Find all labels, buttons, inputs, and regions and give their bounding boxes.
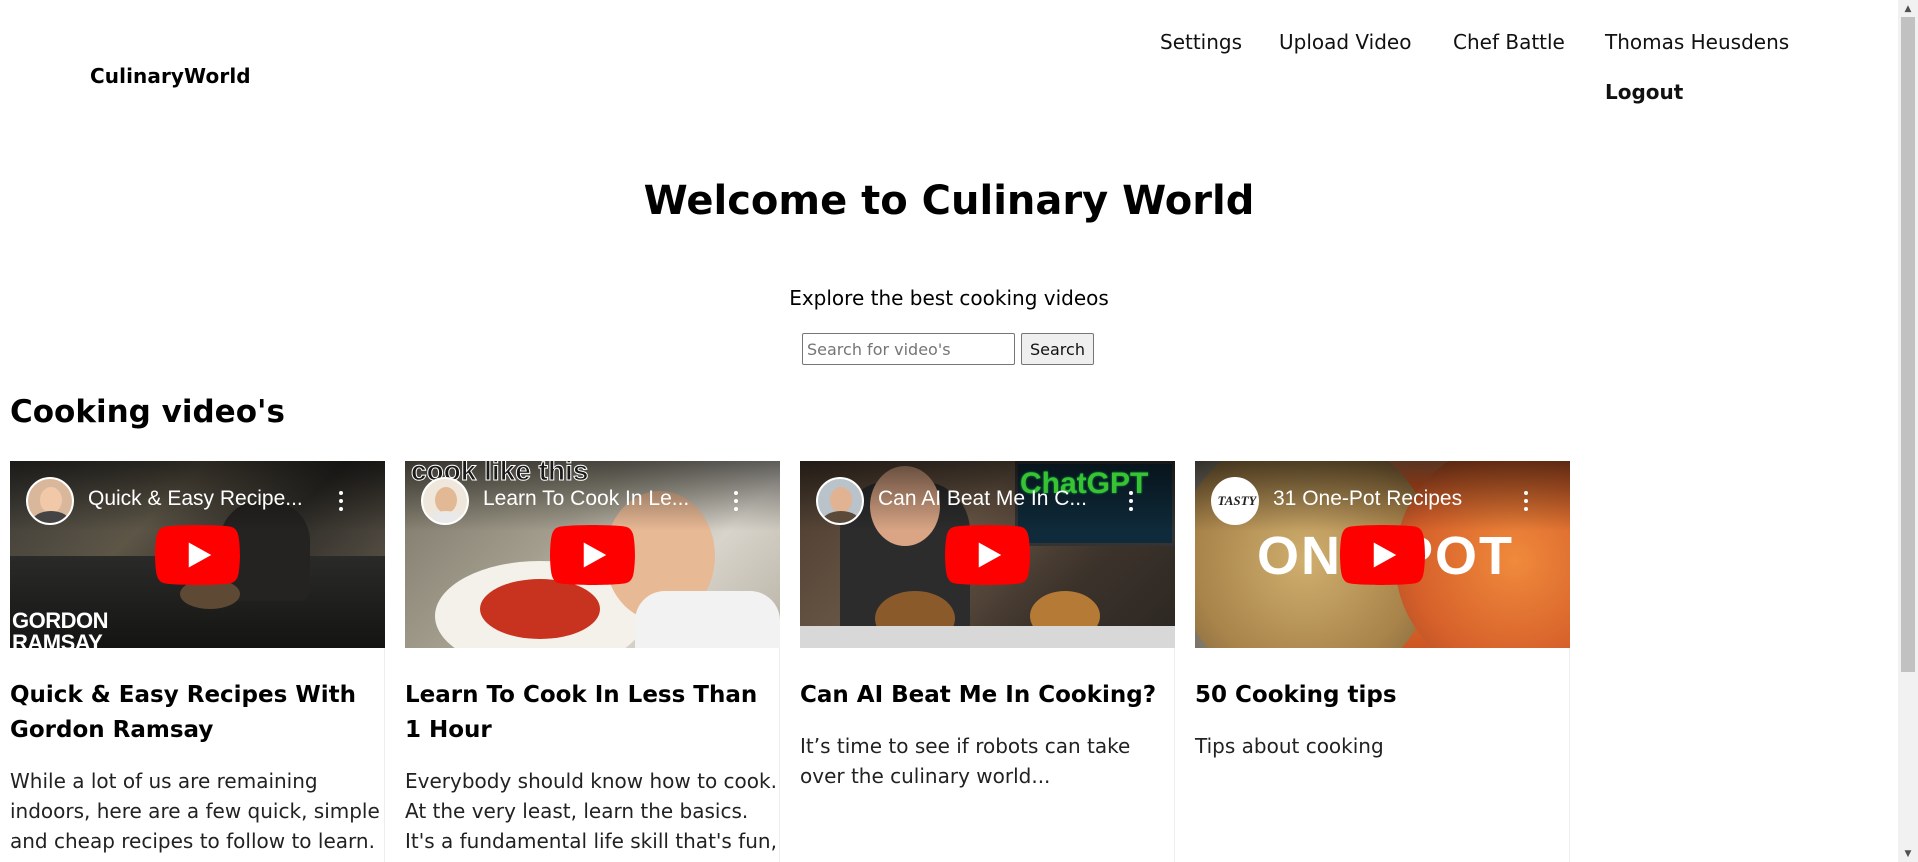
video-embed-title[interactable]: Learn To Cook In Le... — [483, 487, 713, 511]
card-title[interactable]: 50 Cooking tips — [1195, 648, 1565, 713]
scroll-down-arrow-icon[interactable]: ▼ — [1898, 845, 1918, 862]
nav-settings-link[interactable]: Settings — [1160, 30, 1242, 54]
card-title[interactable]: Learn To Cook In Less Than 1 Hour — [405, 648, 775, 748]
more-options-icon[interactable] — [734, 491, 738, 511]
youtube-play-icon[interactable] — [945, 525, 1030, 585]
nav-chef-battle-link[interactable]: Chef Battle — [1453, 30, 1565, 54]
nav-upload-video-link[interactable]: Upload Video — [1279, 30, 1411, 54]
channel-avatar[interactable] — [816, 477, 864, 525]
section-title: Cooking video's — [10, 394, 285, 430]
page-subtitle: Explore the best cooking videos — [789, 286, 1109, 310]
top-nav: Settings Upload Video Chef Battle Thomas… — [1160, 30, 1800, 120]
card-title[interactable]: Can AI Beat Me In Cooking? — [800, 648, 1170, 713]
search-input[interactable] — [802, 333, 1015, 365]
youtube-play-icon[interactable] — [550, 525, 635, 585]
page: CulinaryWorld Settings Upload Video Chef… — [0, 0, 1918, 862]
channel-avatar[interactable]: TASTY — [1211, 477, 1259, 525]
video-card: ONE POT TASTY 31 One-Pot Recipes 50 Cook… — [1195, 461, 1570, 862]
video-card: Quick & Easy Recipe... GORDON RAMSAY Qui… — [10, 461, 385, 862]
youtube-play-icon[interactable] — [1340, 525, 1425, 585]
page-scrollbar[interactable]: ▲ ▼ — [1898, 0, 1918, 862]
page-title: Welcome to Culinary World — [643, 178, 1255, 224]
channel-avatar[interactable] — [26, 477, 74, 525]
card-description: Everybody should know how to cook. At th… — [405, 769, 777, 853]
video-card: ChatGPT Can AI Beat Me In C... Can AI Be… — [800, 461, 1175, 862]
video-card: cook like this Learn To Cook In Le... Le… — [405, 461, 780, 862]
video-card-list: Quick & Easy Recipe... GORDON RAMSAY Qui… — [10, 461, 1570, 862]
search-button[interactable]: Search — [1021, 333, 1094, 365]
card-description: While a lot of us are remaining indoors,… — [10, 769, 380, 853]
channel-avatar[interactable] — [421, 477, 469, 525]
scroll-up-arrow-icon[interactable]: ▲ — [1898, 0, 1918, 17]
nav-user-profile-link[interactable]: Thomas Heusdens — [1605, 30, 1789, 54]
video-embed-title[interactable]: 31 One-Pot Recipes — [1273, 487, 1503, 511]
video-embed[interactable]: cook like this Learn To Cook In Le... — [405, 461, 780, 648]
video-embed[interactable]: ChatGPT Can AI Beat Me In C... — [800, 461, 1175, 648]
brand-logo[interactable]: CulinaryWorld — [90, 64, 251, 88]
tasty-logo-icon: TASTY — [1217, 493, 1257, 508]
card-description: Tips about cooking — [1195, 734, 1384, 758]
more-options-icon[interactable] — [1129, 491, 1133, 511]
thumbnail-caption: GORDON RAMSAY — [12, 608, 109, 649]
video-embed[interactable]: Quick & Easy Recipe... GORDON RAMSAY — [10, 461, 385, 648]
more-options-icon[interactable] — [1524, 491, 1528, 511]
search-bar: Search — [802, 333, 1094, 365]
video-embed-title[interactable]: Can AI Beat Me In C... — [878, 487, 1108, 511]
youtube-play-icon[interactable] — [155, 525, 240, 585]
video-embed-title[interactable]: Quick & Easy Recipe... — [88, 487, 318, 511]
logout-link[interactable]: Logout — [1605, 80, 1683, 104]
more-options-icon[interactable] — [339, 491, 343, 511]
card-title[interactable]: Quick & Easy Recipes With Gordon Ramsay — [10, 648, 380, 748]
video-embed[interactable]: ONE POT TASTY 31 One-Pot Recipes — [1195, 461, 1570, 648]
card-description: It’s time to see if robots can take over… — [800, 734, 1131, 788]
scrollbar-thumb[interactable] — [1901, 17, 1915, 672]
